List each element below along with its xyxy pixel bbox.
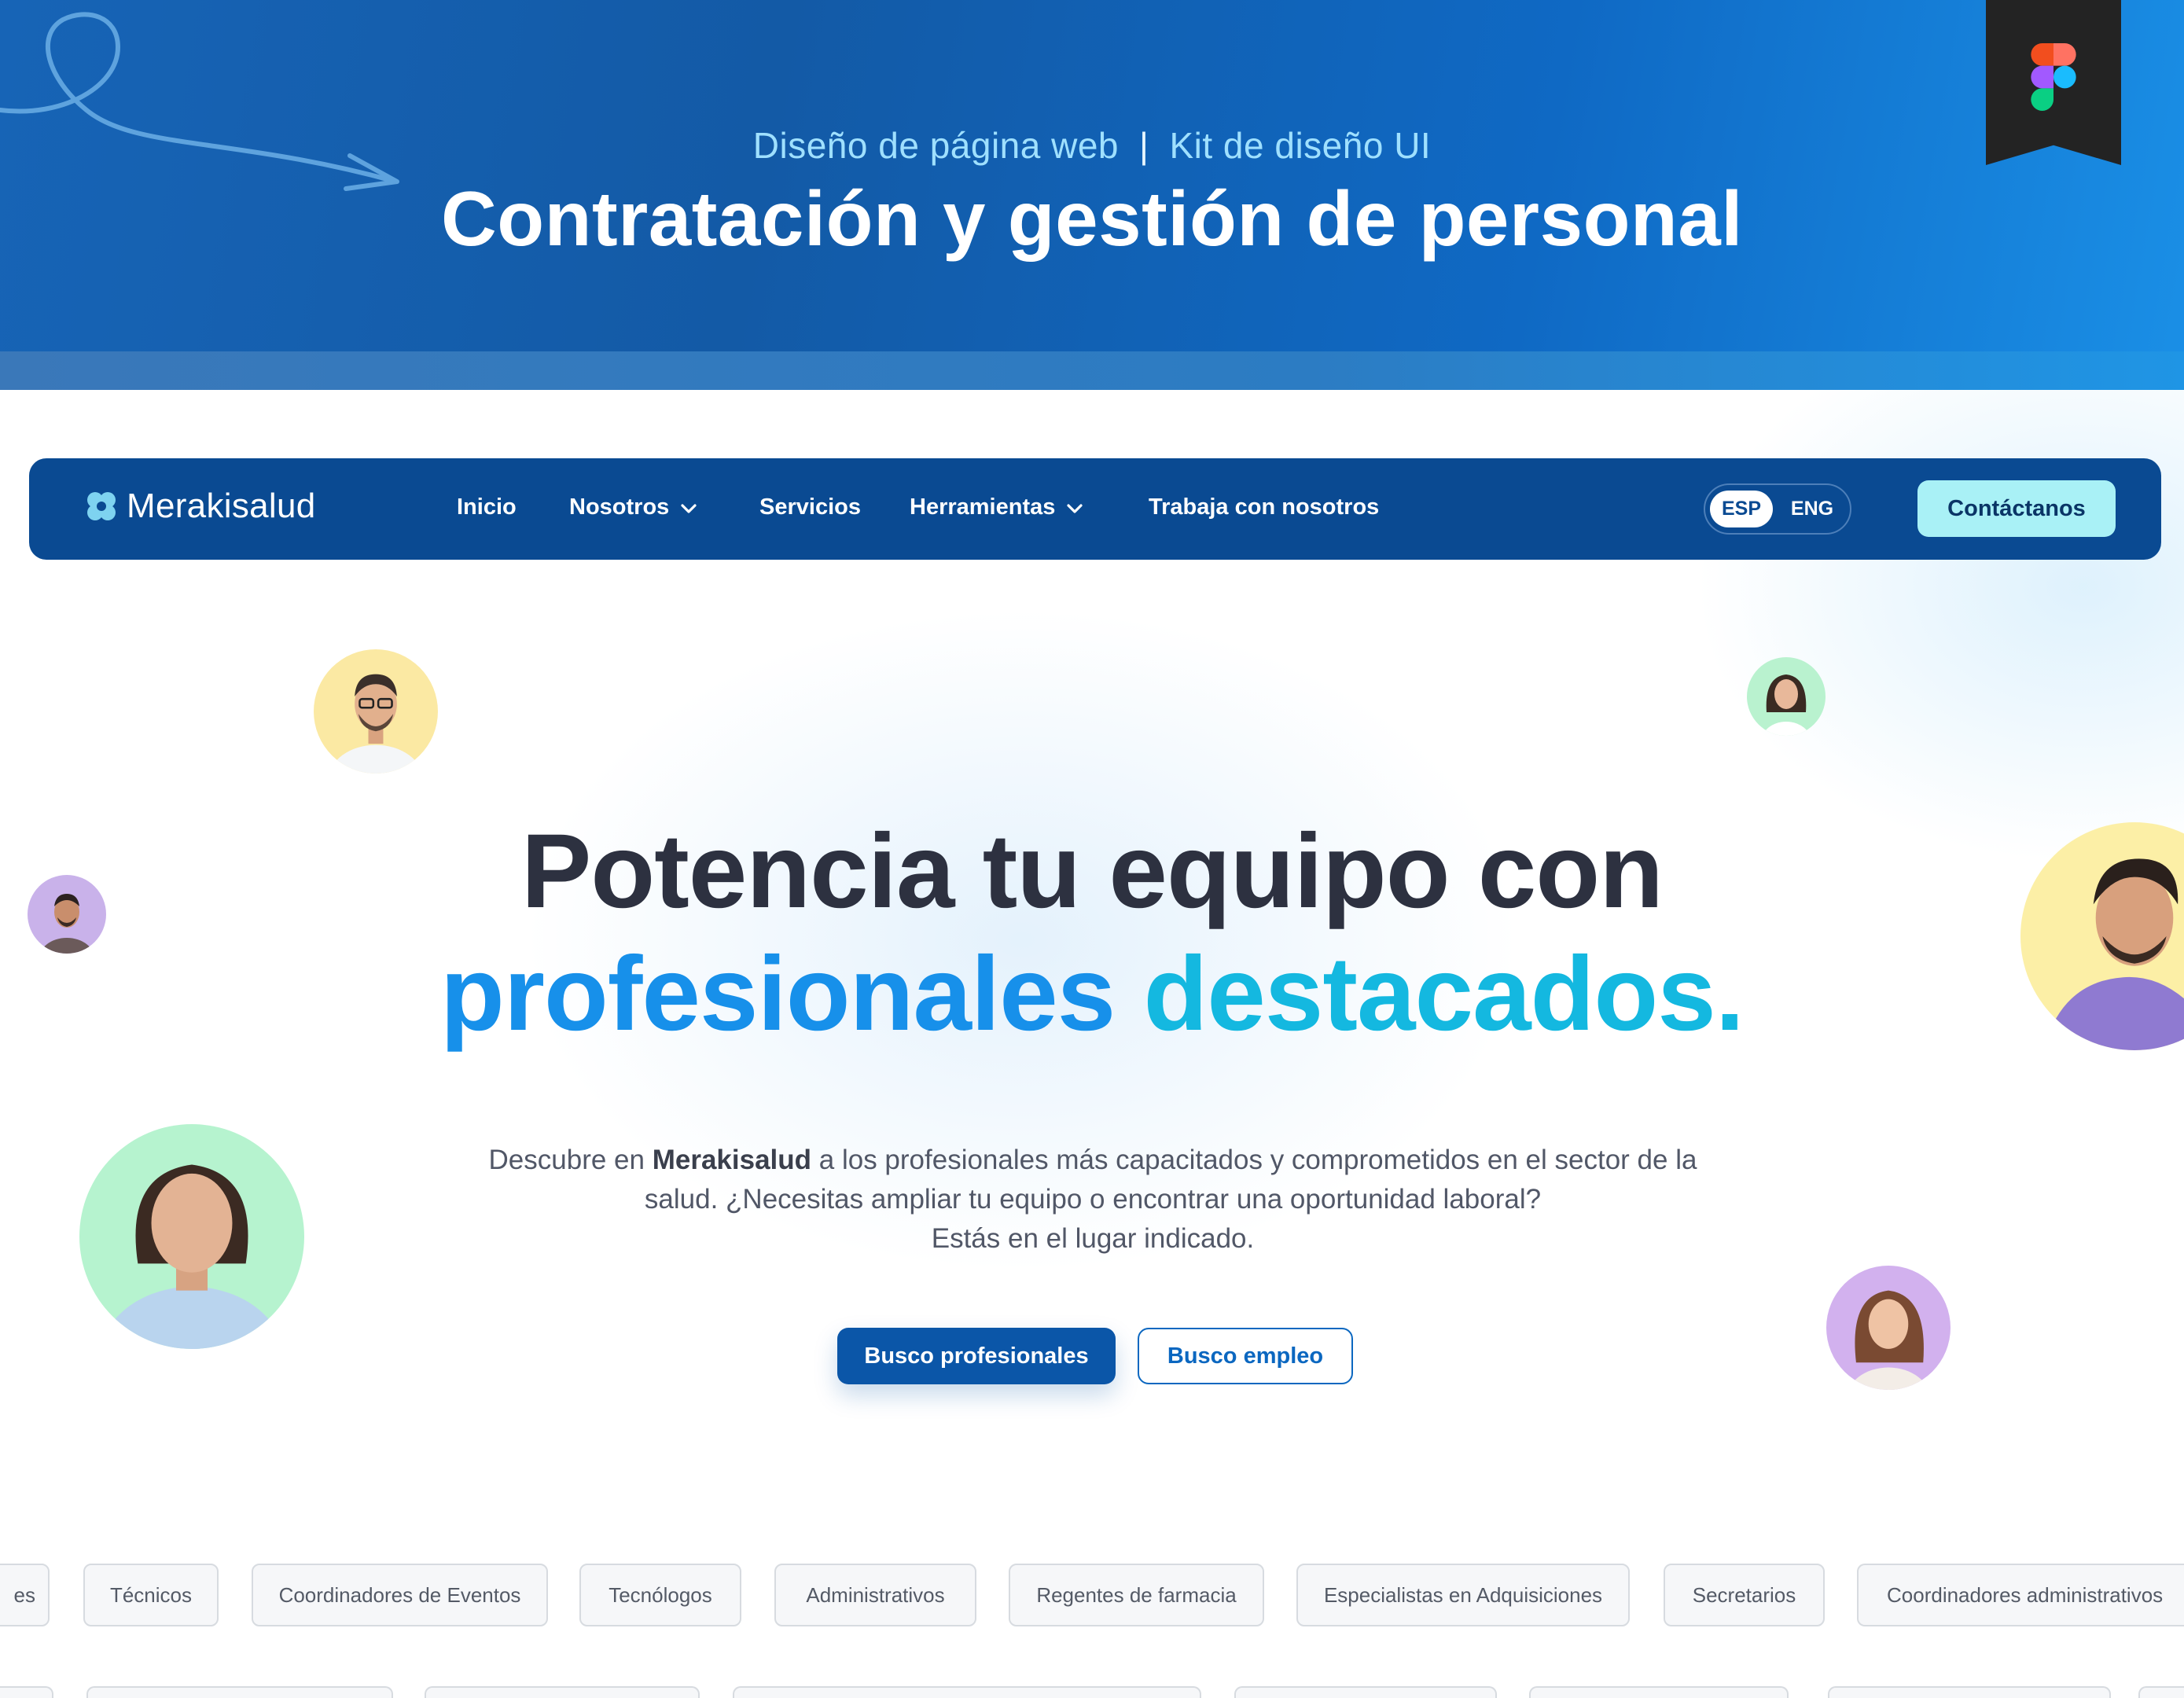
contact-button[interactable]: Contáctanos [1917,480,2116,537]
subtitle-left: Diseño de página web [752,125,1119,166]
brand-logo[interactable]: Merakisalud [83,487,316,526]
language-toggle: ESP ENG [1704,483,1851,535]
category-chip-partial[interactable] [1234,1686,1497,1698]
desc-brand: Merakisalud [652,1145,812,1175]
clover-icon [87,492,116,520]
category-chip[interactable]: Administrativos [774,1564,976,1626]
figma-ribbon [1986,0,2121,165]
desc-text: Descubre en [488,1145,645,1175]
category-chip-partial[interactable] [1828,1686,2111,1698]
hero-heading-line2: profesionales destacados. [0,934,2184,1054]
decorative-swirl-arrow [0,12,399,191]
category-chip[interactable]: Secretarios [1664,1564,1825,1626]
nav-label: Herramientas [910,494,1056,520]
hero-heading-line1: Potencia tu equipo con [520,813,1664,930]
nav-label: Trabaja con nosotros [1149,494,1380,520]
category-chip[interactable]: Coordinadores administrativos [1857,1564,2184,1626]
subtitle-separator: | [1139,125,1149,166]
landing-page: Merakisalud Inicio Nosotros Servicios He… [0,390,2184,1698]
nav-item-herramientas[interactable]: Herramientas [910,494,1083,520]
category-chip[interactable]: Tecnólogos [579,1564,741,1626]
avatar-woman-laughing [1826,1266,1951,1390]
category-chip[interactable]: es [0,1564,50,1626]
banner-subtitle: Diseño de página web | Kit de diseño UI [0,124,2184,167]
category-chip[interactable]: Coordinadores de Eventos [252,1564,548,1626]
category-chip-partial[interactable] [1529,1686,1789,1698]
hero-description: Descubre en Merakisalud a los profesiona… [472,1141,1714,1259]
lang-esp-option[interactable]: ESP [1710,491,1773,527]
nav-label: Inicio [457,494,517,520]
desc-text: Estás en el lugar indicado. [931,1223,1255,1254]
hero-highlight-1: profesionales [439,935,1116,1053]
lang-eng-option[interactable]: ENG [1781,491,1844,527]
avatar-woman-dark-hair [1747,657,1826,736]
chevron-down-icon [680,494,697,520]
category-chip-partial[interactable] [0,1686,53,1698]
category-chip[interactable]: Técnicos [83,1564,219,1626]
figma-icon [2031,43,2076,111]
chevron-down-icon [1066,494,1083,520]
category-chip[interactable]: Regentes de farmacia [1009,1564,1264,1626]
category-chip-partial[interactable] [2138,1686,2184,1698]
banner-title: Contratación y gestión de personal [440,175,1744,262]
find-professionals-button[interactable]: Busco profesionales [837,1328,1116,1384]
nav-item-trabaja[interactable]: Trabaja con nosotros [1149,494,1379,520]
nav-item-inicio[interactable]: Inicio [457,494,517,520]
banner-strip [0,351,2184,390]
category-chip-partial[interactable] [425,1686,700,1698]
main-navbar: Merakisalud Inicio Nosotros Servicios He… [29,458,2161,560]
category-chip-partial[interactable] [733,1686,1201,1698]
hero-highlight-2: destacados. [1143,935,1745,1053]
nav-label: Nosotros [569,494,670,520]
category-chip[interactable]: Especialistas en Adquisiciones [1296,1564,1630,1626]
nav-label: Servicios [759,494,861,520]
brand-name: Merakisalud [127,487,316,525]
avatar-man-glasses [314,649,438,774]
nav-item-servicios[interactable]: Servicios [759,494,861,520]
find-job-button[interactable]: Busco empleo [1138,1328,1353,1384]
nav-item-nosotros[interactable]: Nosotros [569,494,697,520]
category-chip-partial[interactable] [86,1686,393,1698]
subtitle-right: Kit de diseño UI [1169,125,1432,166]
promo-banner: Diseño de página web | Kit de diseño UI Co… [0,0,2184,390]
avatar-woman-blue-shirt [79,1124,304,1349]
